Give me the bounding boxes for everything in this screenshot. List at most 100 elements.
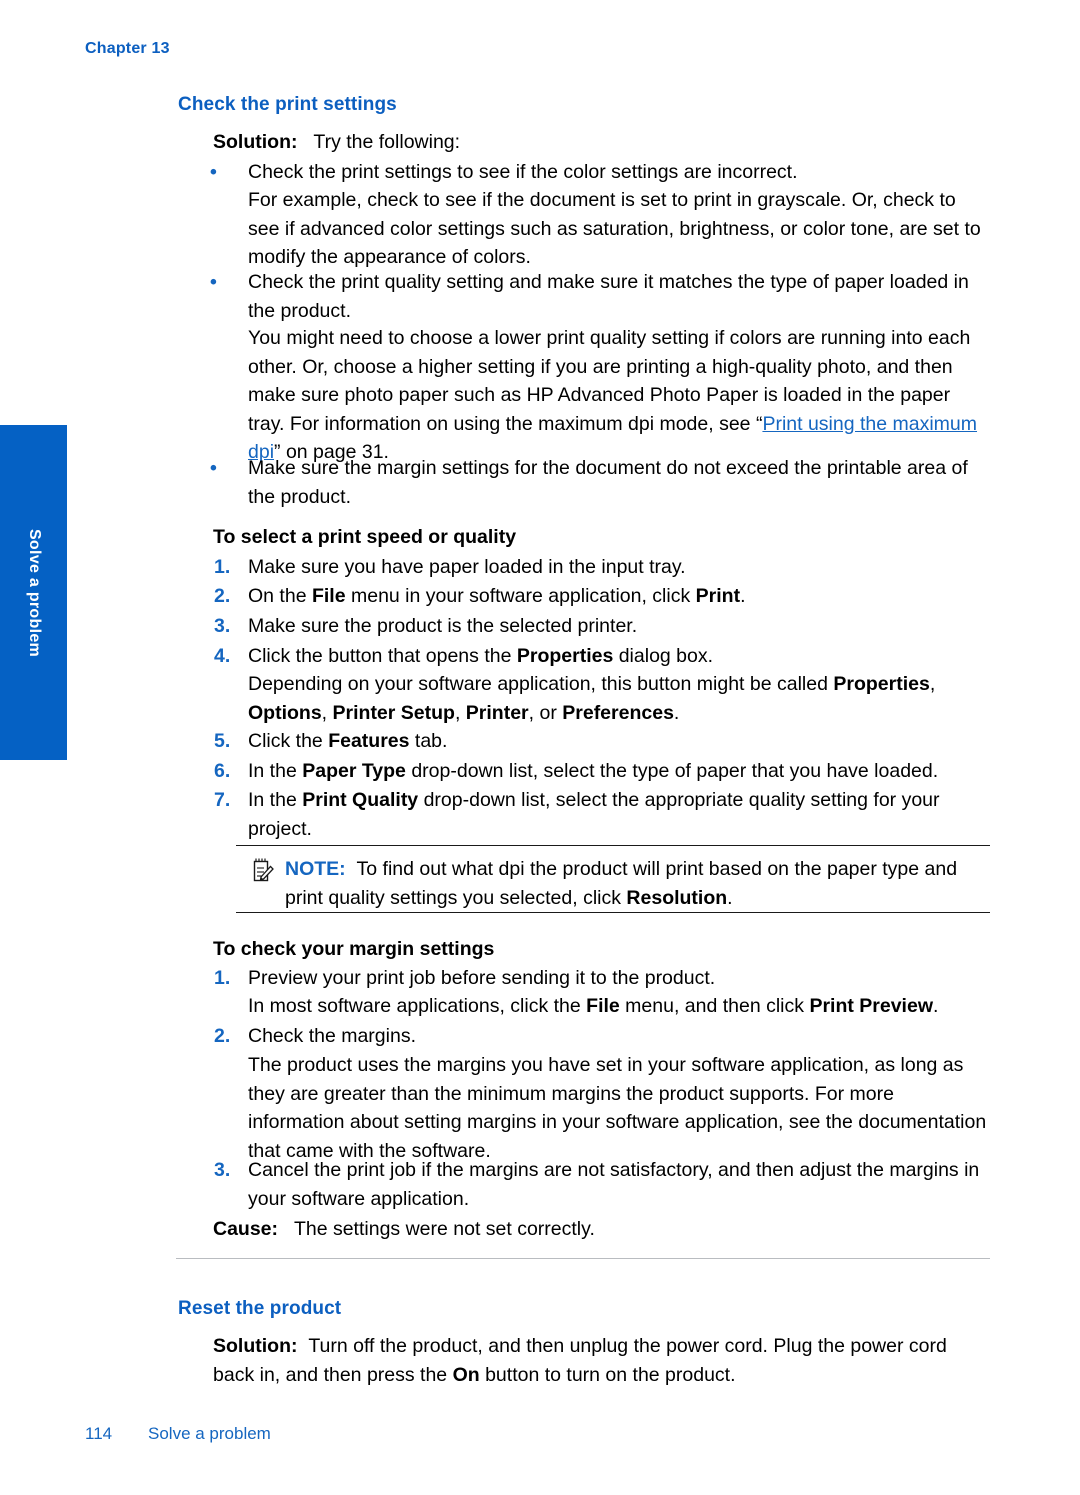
footer-page-number: 114 — [85, 1424, 113, 1443]
bullet-marker: • — [210, 161, 217, 183]
step-6-bold-paper-type: Paper Type — [302, 760, 406, 782]
bullet-2-paragraph: You might need to choose a lower print q… — [248, 324, 991, 467]
section-separator — [176, 1258, 990, 1259]
step-6-text-post: drop-down list, select the type of paper… — [405, 760, 939, 782]
bullet-item: Make sure the margin settings for the do… — [248, 454, 991, 511]
side-thumb-tab-label: Solve a problem — [25, 528, 43, 657]
solution-label: Solution: — [213, 131, 298, 153]
step-number: 1. — [214, 556, 231, 578]
step-item: Click the button that opens the Properti… — [248, 642, 991, 671]
step-number: 5. — [214, 730, 231, 752]
step-2-text-pre: On the — [248, 585, 312, 607]
step-4-text-pre: Click the button that opens the — [248, 645, 517, 667]
step-2-text-mid: menu in your software application, click — [345, 585, 696, 607]
footer-section-name: Solve a problem — [148, 1424, 271, 1443]
cause-line: Cause: The settings were not set correct… — [213, 1215, 991, 1244]
margin-step-1-subparagraph: In most software applications, click the… — [248, 992, 991, 1021]
step-4-sub-bold-options: Options — [248, 701, 322, 724]
step-5-text-pre: Click the — [248, 730, 329, 752]
bullet-item: Check the print settings to see if the c… — [248, 158, 991, 187]
step-2-bold-print: Print — [695, 585, 741, 607]
step-4-subparagraph: Depending on your software application, … — [248, 670, 991, 727]
step-item: Preview your print job before sending it… — [248, 964, 991, 993]
step-1-text: Make sure you have paper loaded in the i… — [248, 556, 686, 578]
step-item: Make sure the product is the selected pr… — [248, 612, 991, 641]
note-rule-bottom — [236, 912, 990, 913]
step-7-bold-print-quality: Print Quality — [302, 789, 419, 811]
step-2-text-post: . — [740, 585, 746, 607]
bullet-2-line: Check the print quality setting and make… — [248, 271, 969, 322]
step-number: 6. — [214, 760, 231, 782]
step-4-sub-c5: . — [673, 701, 680, 724]
margin-step-2-subparagraph: The product uses the margins you have se… — [248, 1054, 987, 1162]
note-rule-top — [236, 845, 990, 846]
cause-text: The settings were not set correctly. — [293, 1218, 595, 1240]
bullet-marker: • — [210, 271, 217, 293]
step-number: 4. — [214, 645, 231, 667]
step-item: Click the Features tab. — [248, 727, 991, 756]
step-3-text: Make sure the product is the selected pr… — [248, 615, 638, 637]
bullet-1-line: Check the print settings to see if the c… — [248, 161, 798, 183]
step-number: 1. — [214, 967, 231, 989]
step-4-sub-bold-printer: Printer — [465, 701, 529, 724]
step-7-text-pre: In the — [248, 789, 303, 811]
heading-reset-the-product: Reset the product — [178, 1298, 342, 1319]
margin-step-1-sub-pre: In most software applications, click the — [248, 995, 587, 1017]
step-4-sub-bold-printer-setup: Printer Setup — [332, 701, 455, 724]
margin-step-1-text: Preview your print job before sending it… — [248, 967, 716, 989]
reset-solution-paragraph: Solution: Turn off the product, and then… — [213, 1332, 991, 1389]
cause-label: Cause: — [213, 1218, 279, 1240]
step-item: Cancel the print job if the margins are … — [248, 1156, 991, 1213]
margin-step-3-text: Cancel the print job if the margins are … — [248, 1159, 980, 1210]
chapter-running-head: Chapter 13 — [85, 40, 170, 57]
step-item: In the Print Quality drop-down list, sel… — [248, 786, 991, 843]
step-item: On the File menu in your software applic… — [248, 582, 991, 611]
solution-line-1: Solution: Try the following: — [213, 128, 991, 157]
step-number: 2. — [214, 1025, 231, 1047]
step-number: 7. — [214, 789, 231, 811]
bullet-item: Check the print quality setting and make… — [248, 268, 991, 325]
step-4-text-post: dialog box. — [613, 645, 714, 667]
side-thumb-tab: Solve a problem — [0, 425, 67, 760]
margin-step-1-sub-mid: menu, and then click — [619, 995, 810, 1017]
margin-step-1-sub-post: . — [933, 995, 939, 1017]
note-body: NOTE: To find out what dpi the product w… — [285, 855, 991, 912]
margin-step-1-bold-file: File — [586, 995, 620, 1017]
step-number: 3. — [214, 1159, 231, 1181]
step-item: Check the margins. — [248, 1022, 991, 1051]
note-bold-resolution: Resolution — [626, 886, 728, 909]
margin-step-2-text: Check the margins. — [248, 1025, 416, 1047]
step-6-text-pre: In the — [248, 760, 303, 782]
step-4-sub-c3: , — [454, 701, 466, 724]
reset-solution-label: Solution: — [213, 1335, 298, 1357]
step-4-bold-properties: Properties — [516, 645, 614, 667]
note-label: NOTE: — [285, 858, 346, 880]
step-number: 2. — [214, 585, 231, 607]
step-item: In the Paper Type drop-down list, select… — [248, 757, 991, 786]
note-pencil-icon — [253, 858, 274, 882]
note-text-a: To find out what dpi the product will pr… — [285, 858, 958, 909]
step-number: 3. — [214, 615, 231, 637]
step-4-sub-c4: , or — [528, 701, 563, 724]
reset-solution-bold-on: On — [452, 1363, 480, 1386]
solution-intro-text: Try the following: — [313, 131, 461, 153]
step-4-sub-pre: Depending on your software application, … — [248, 673, 834, 695]
step-5-text-post: tab. — [409, 730, 448, 752]
step-4-sub-bold-preferences: Preferences — [562, 701, 674, 724]
heading-to-check-your-margin-settings: To check your margin settings — [213, 938, 495, 960]
page-canvas: Chapter 13 Solve a problem Check the pri… — [0, 0, 1080, 1495]
step-item: Make sure you have paper loaded in the i… — [248, 553, 991, 582]
bullet-1-paragraph: For example, check to see if the documen… — [248, 189, 981, 269]
step-5-bold-features: Features — [328, 730, 410, 752]
bullet-3-line: Make sure the margin settings for the do… — [248, 457, 968, 508]
margin-step-1-bold-print-preview: Print Preview — [809, 995, 933, 1017]
heading-to-select-a-print-speed-or-quality: To select a print speed or quality — [213, 526, 517, 548]
step-2-bold-file: File — [311, 585, 346, 607]
reset-solution-text-post: button to turn on the product. — [479, 1363, 736, 1386]
heading-check-the-print-settings: Check the print settings — [178, 94, 397, 115]
bullet-marker: • — [210, 457, 217, 479]
note-text-b: . — [727, 886, 733, 909]
step-4-sub-c1: , — [929, 673, 936, 695]
step-4-sub-bold-properties: Properties — [833, 673, 930, 695]
step-4-sub-c2: , — [321, 701, 333, 724]
